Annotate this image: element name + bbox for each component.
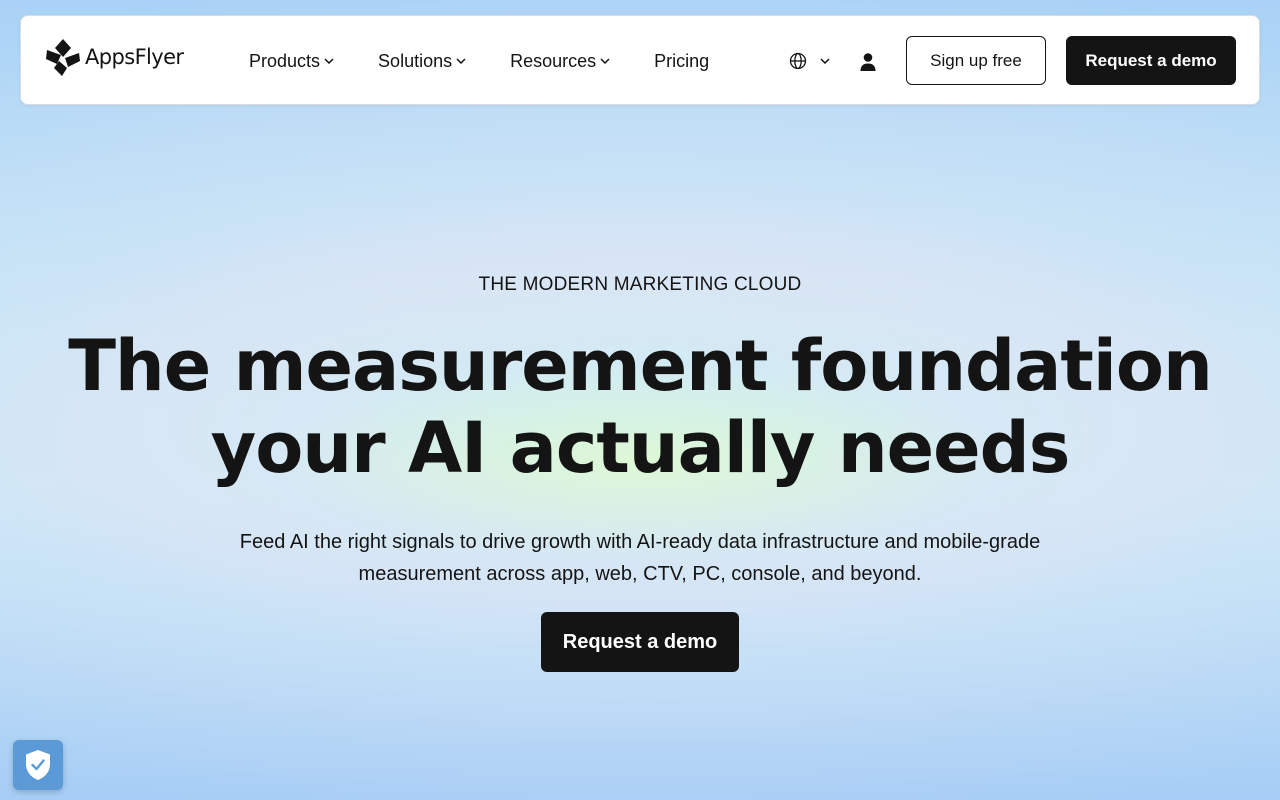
language-selector[interactable] bbox=[789, 51, 830, 71]
menu-item-resources[interactable]: Resources bbox=[510, 51, 610, 72]
hero-headline-line: The measurement foundation bbox=[68, 325, 1213, 407]
privacy-settings-button[interactable] bbox=[13, 740, 63, 790]
top-navigation-bar: AppsFlyer Products Solutions Resources P… bbox=[20, 15, 1260, 105]
hero-headline-line: your AI actually needs bbox=[210, 407, 1071, 489]
hero-description-line: Feed AI the right signals to drive growt… bbox=[239, 531, 1041, 553]
account-button[interactable] bbox=[859, 52, 877, 72]
hero-description: Feed AI the right signals to drive growt… bbox=[200, 526, 1080, 590]
chevron-down-icon bbox=[324, 58, 334, 64]
request-demo-button[interactable]: Request a demo bbox=[1066, 36, 1236, 85]
sign-up-free-button[interactable]: Sign up free bbox=[906, 36, 1046, 85]
menu-item-products[interactable]: Products bbox=[249, 51, 334, 72]
menu-item-label: Solutions bbox=[378, 50, 453, 71]
globe-icon bbox=[789, 52, 807, 70]
appsflyer-logo[interactable]: AppsFlyer bbox=[45, 36, 184, 78]
menu-item-label: Resources bbox=[510, 50, 597, 71]
menu-item-label: Products bbox=[249, 50, 321, 71]
shield-check-icon bbox=[26, 750, 50, 780]
chevron-down-icon bbox=[820, 58, 830, 64]
menu-item-pricing[interactable]: Pricing bbox=[654, 51, 709, 72]
hero-headline: The measurement foundation your AI actua… bbox=[0, 325, 1280, 489]
user-icon bbox=[860, 53, 876, 71]
menu-item-label: Pricing bbox=[654, 50, 710, 71]
logo-wordmark: AppsFlyer bbox=[85, 45, 184, 69]
hero-request-demo-button[interactable]: Request a demo bbox=[541, 612, 739, 672]
main-menu: Products Solutions Resources Pricing bbox=[249, 16, 753, 106]
hero-description-line: measurement across app, web, CTV, PC, co… bbox=[358, 563, 922, 585]
chevron-down-icon bbox=[456, 58, 466, 64]
menu-item-solutions[interactable]: Solutions bbox=[378, 51, 466, 72]
chevron-down-icon bbox=[600, 58, 610, 64]
appsflyer-logo-icon bbox=[46, 39, 80, 76]
hero-eyebrow: THE MODERN MARKETING CLOUD bbox=[478, 274, 802, 295]
